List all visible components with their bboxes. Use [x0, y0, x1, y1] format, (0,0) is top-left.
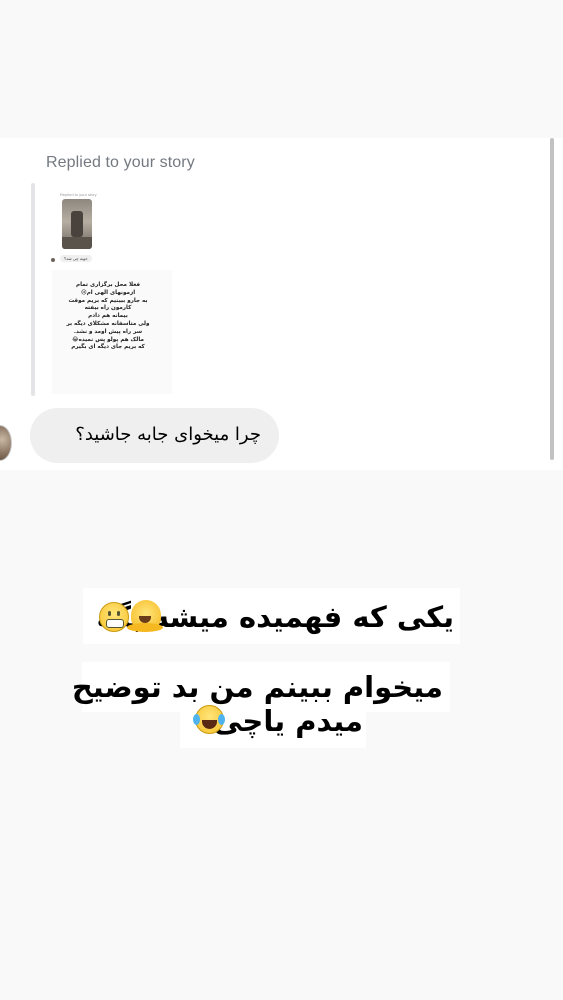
- story-line: ازمونهای الهی ام😢: [80, 289, 136, 296]
- message-text: چرا میخوای جابه جاشید؟: [75, 424, 261, 445]
- story-line: کارمون راه بیفته: [84, 305, 132, 312]
- story-line: سر راه پیش اومد و نشد.: [73, 328, 143, 335]
- caption-line-2: میخوام ببینم من بد توضیح: [71, 670, 443, 704]
- mini-avatar: [51, 258, 55, 262]
- mini-replied-label: Replied to your story: [60, 192, 97, 197]
- story-line: که بریم جای دیگه ای بگیرم: [71, 344, 145, 351]
- mini-message-bubble: خونه چی شد؟: [60, 255, 92, 262]
- replied-to-story-label: Replied to your story: [46, 154, 195, 171]
- mini-story-text: فعلا محل برگزاری تمام ازمونهای الهی ام😢 …: [52, 282, 164, 352]
- story-top-area: [0, 0, 563, 138]
- story-line: ولی متاسفانه مشکلای دیگه بر: [66, 320, 150, 327]
- tears-of-joy-face-icon: [193, 705, 225, 734]
- mini-photo: [62, 199, 92, 249]
- story-line: بیمانه هم دادم: [88, 313, 128, 320]
- caption-line-3: میدم یاچی: [213, 704, 363, 738]
- story-thumbnail[interactable]: Replied to your story خونه چی شد؟ فعلا م…: [48, 186, 176, 398]
- grimacing-face-icon: [99, 602, 129, 632]
- message-bubble[interactable]: چرا میخوای جابه جاشید؟: [30, 408, 279, 463]
- story-line: فعلا محل برگزاری تمام: [75, 282, 141, 288]
- melting-face-icon: [127, 600, 163, 632]
- quote-bar: [31, 183, 35, 396]
- scrollbar[interactable]: [550, 138, 554, 460]
